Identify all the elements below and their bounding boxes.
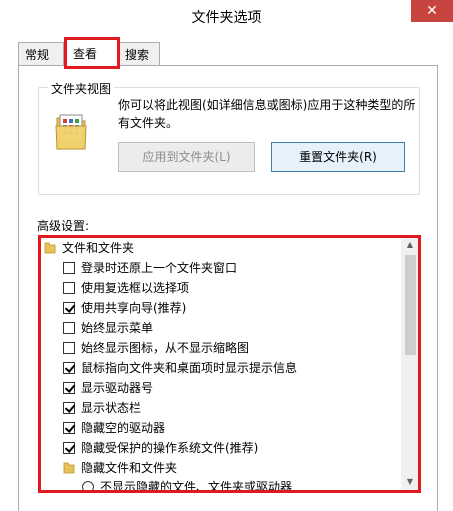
- tree-item-label: 登录时还原上一个文件夹窗口: [81, 261, 238, 275]
- tab-view[interactable]: 查看: [66, 39, 118, 66]
- title-bar: 文件夹选项 ✕: [0, 0, 453, 33]
- tab-general[interactable]: 常规: [18, 42, 64, 65]
- tree-item-label: 鼠标指向文件夹和桌面项时显示提示信息: [81, 361, 298, 375]
- checkbox[interactable]: [63, 442, 75, 454]
- tab-search[interactable]: 搜索: [118, 42, 160, 65]
- tree-item-label: 始终显示图标，从不显示缩略图: [81, 341, 250, 355]
- checkbox[interactable]: [63, 382, 75, 394]
- tab-search-label: 搜索: [125, 48, 150, 62]
- checkbox[interactable]: [63, 422, 75, 434]
- tree-item-label: 文件和文件夹: [62, 241, 135, 255]
- tree-item-label: 显示驱动器号: [81, 381, 154, 395]
- close-icon: ✕: [426, 3, 438, 19]
- radio-button[interactable]: [82, 481, 94, 490]
- scroll-up-arrow-icon[interactable]: ▲: [402, 236, 418, 253]
- tab-view-label: 查看: [73, 47, 98, 61]
- folder-views-group: 文件夹视图 你可以将此视图(如详细信息或图标)应用于这种类型的所有文件夹。 应用…: [38, 80, 420, 195]
- checkbox[interactable]: [63, 262, 75, 274]
- checkbox[interactable]: [63, 302, 75, 314]
- advanced-settings-label: 高级设置:: [37, 219, 90, 233]
- tree-item-label: 隐藏文件和文件夹: [81, 461, 178, 475]
- folder-views-label: 文件夹视图: [48, 80, 115, 97]
- view-tab-panel: 文件夹视图 你可以将此视图(如详细信息或图标)应用于这种类型的所有文件夹。 应用…: [18, 65, 438, 511]
- tree-item-label: 使用复选框以选择项: [81, 281, 190, 295]
- tree-item-label: 隐藏空的驱动器: [81, 421, 166, 435]
- folder-icon: [44, 242, 56, 254]
- advanced-settings-tree[interactable]: 文件和文件夹 登录时还原上一个文件夹窗口 使用复选框以选择项 使用共享向导(推荐…: [39, 235, 419, 491]
- tree-item-label: 使用共享向导(推荐): [81, 301, 187, 315]
- reset-folders-button[interactable]: 重置文件夹(R): [271, 142, 405, 172]
- tab-general-label: 常规: [25, 48, 50, 62]
- checkbox[interactable]: [63, 362, 75, 374]
- close-button[interactable]: ✕: [411, 0, 453, 22]
- tree-item-label: 始终显示菜单: [81, 321, 154, 335]
- folder-views-description: 你可以将此视图(如详细信息或图标)应用于这种类型的所有文件夹。: [118, 98, 416, 130]
- checkbox[interactable]: [63, 322, 75, 334]
- window-title: 文件夹选项: [191, 10, 262, 26]
- folder-view-icon: [55, 114, 87, 150]
- checkbox[interactable]: [63, 402, 75, 414]
- scroll-down-arrow-icon[interactable]: ▼: [402, 473, 418, 490]
- tree-scrollbar[interactable]: ▲ ▼: [401, 236, 418, 490]
- checkbox[interactable]: [63, 282, 75, 294]
- checkbox[interactable]: [63, 342, 75, 354]
- tree-item-label: 不显示隐藏的文件、文件夹或驱动器: [100, 480, 293, 491]
- folder-icon: [63, 462, 75, 474]
- scrollbar-thumb[interactable]: [405, 255, 416, 355]
- apply-to-folders-button[interactable]: 应用到文件夹(L): [118, 142, 255, 172]
- tree-item-label: 隐藏受保护的操作系统文件(推荐): [81, 441, 259, 455]
- tree-item-label: 显示状态栏: [81, 401, 142, 415]
